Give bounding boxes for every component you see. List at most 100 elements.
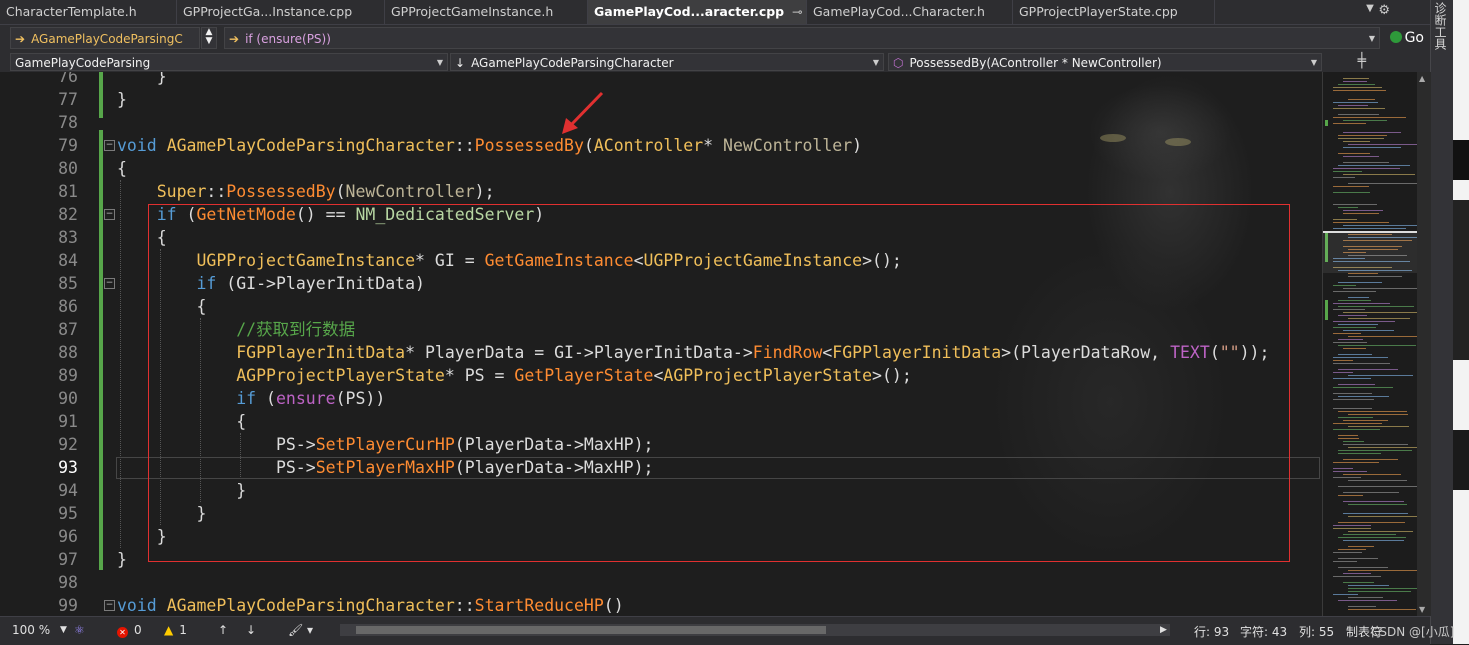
minimap-line — [1338, 438, 1359, 439]
minimap-viewport-thumb[interactable] — [1323, 231, 1423, 273]
chevron-down-icon: ▼ — [1368, 34, 1375, 43]
tab-gpprojectgameinstance-h[interactable]: GPProjectGameInstance.h — [385, 0, 588, 24]
minimap-line — [1348, 447, 1423, 448]
tab-overflow-dropdown-icon[interactable]: ▼ — [1362, 3, 1378, 19]
minimap-line — [1343, 210, 1383, 211]
arrow-right-icon: ➔ — [229, 32, 240, 46]
minimap-line — [1333, 552, 1362, 553]
code-line[interactable]: void AGamePlayCodeParsingCharacter::Poss… — [117, 134, 862, 157]
minimap-line — [1338, 411, 1407, 412]
code-cleanup-icon[interactable]: 🖌 ▾ — [288, 623, 313, 637]
class-combo-value: AGamePlayCodeParsingCharacter — [471, 56, 674, 70]
minimap-line — [1333, 228, 1406, 229]
scope-combo[interactable]: ➔ AGamePlayCodeParsingC — [10, 27, 200, 49]
editor-status-bar: 100 % ▼ ⚛ ✕ 0 ▲ 1 ↑ ↓ 🖌 ▾ ▶ 行: 93 字符: 43 列… — [0, 616, 1454, 645]
go-button[interactable]: Go — [1386, 27, 1428, 49]
cursor-char: 字符: 43 — [1240, 625, 1288, 639]
code-line[interactable]: } — [117, 548, 127, 571]
minimap-line — [1338, 138, 1384, 139]
minimap-line — [1338, 345, 1416, 346]
minimap-line — [1333, 594, 1358, 595]
warning-count[interactable]: ▲ 1 — [164, 623, 187, 637]
scroll-up-icon[interactable]: ▲ — [1419, 74, 1425, 83]
minimap-line — [1333, 291, 1376, 292]
watermark: CSDN @[小瓜] — [1371, 625, 1455, 639]
line-number: 84 — [58, 251, 78, 270]
document-tab-strip: CharacterTemplate.h GPProjectGa...Instan… — [0, 0, 1430, 25]
scope-up-down-icon[interactable]: ▲ ▼ — [201, 27, 217, 49]
line-number: 94 — [58, 481, 78, 500]
vertical-scrollbar[interactable]: ▲ ▼ — [1417, 72, 1431, 616]
previous-issue-icon[interactable]: ↑ — [218, 623, 228, 637]
project-combo[interactable]: GamePlayCodeParsing ▼ — [10, 53, 448, 71]
annotation-highlight-box — [148, 204, 1290, 562]
minimap-scrollbar[interactable]: ▲ ▼ — [1322, 72, 1431, 616]
minimap-line — [1338, 558, 1378, 559]
scroll-down-icon[interactable]: ▼ — [1419, 605, 1425, 614]
tab-gameplaycodeparsingcharacter-cpp[interactable]: GamePlayCod...aracter.cpp⊸✕ — [588, 0, 807, 24]
minimap-line — [1333, 303, 1390, 304]
minimap-line — [1348, 591, 1411, 592]
zoom-dropdown-icon[interactable]: ▼ — [60, 625, 67, 635]
tab-label: GamePlayCod...aracter.cpp — [594, 4, 785, 19]
minimap-line — [1338, 300, 1371, 301]
minimap-line — [1338, 315, 1367, 316]
code-line[interactable]: } — [117, 72, 167, 88]
tab-gpprojectgameinstance-cpp[interactable]: GPProjectGa...Instance.cpp — [177, 0, 385, 24]
minimap-line — [1338, 369, 1398, 370]
minimap-line — [1343, 81, 1367, 82]
minimap-line — [1333, 168, 1400, 169]
minimap-line — [1333, 186, 1369, 187]
split-editor-icon[interactable]: ╪ — [1358, 53, 1366, 69]
line-number: 83 — [58, 228, 78, 247]
line-number: 79 — [58, 136, 78, 155]
minimap-line — [1333, 372, 1353, 373]
code-line[interactable]: Super::PossessedBy(NewController); — [117, 180, 495, 203]
member-combo[interactable]: ⬡ PossessedBy(AController * NewController… — [888, 53, 1322, 71]
tab-label: GPProjectGa...Instance.cpp — [183, 4, 353, 19]
statement-combo[interactable]: ➔ if (ensure(PS)) ▼ — [224, 27, 1380, 49]
minimap-line — [1348, 414, 1408, 415]
next-issue-icon[interactable]: ↓ — [246, 623, 256, 637]
diagnostic-tools-panel-tab[interactable]: 诊断工具 — [1430, 0, 1469, 644]
tab-charactertemplate-h[interactable]: CharacterTemplate.h — [0, 0, 177, 24]
code-line[interactable]: void AGamePlayCodeParsingCharacter::Star… — [117, 594, 624, 616]
minimap-line — [1343, 474, 1401, 475]
minimap-line — [1348, 546, 1374, 547]
collapse-icon[interactable]: − — [104, 278, 115, 289]
code-editor[interactable]: − − − − 76 77 78 79 80 81 82 83 84 85 86… — [0, 72, 1322, 616]
code-line[interactable]: { — [117, 157, 127, 180]
method-icon: ⬡ — [893, 56, 904, 70]
class-combo[interactable]: ↓ AGamePlayCodeParsingCharacter ▼ — [450, 53, 884, 71]
line-number: 92 — [58, 435, 78, 454]
collapse-icon[interactable]: − — [104, 140, 115, 151]
scroll-right-icon[interactable]: ▶ — [1160, 625, 1167, 635]
tab-gpprojectplayerstate-cpp[interactable]: GPProjectPlayerState.cpp — [1013, 0, 1215, 24]
gear-icon[interactable]: ⚙ — [1378, 3, 1390, 18]
tab-gameplaycodeparsingcharacter-h[interactable]: GamePlayCod...Character.h — [807, 0, 1013, 24]
minimap-line — [1333, 525, 1371, 526]
pin-icon[interactable]: ⊸ — [792, 0, 802, 24]
horizontal-scroll-thumb[interactable] — [356, 626, 826, 634]
minimap-line — [1333, 393, 1372, 394]
minimap-line — [1338, 339, 1363, 340]
minimap-line — [1333, 108, 1385, 109]
error-count[interactable]: ✕ 0 — [117, 623, 142, 638]
minimap-line — [1343, 78, 1369, 79]
minimap-line — [1338, 549, 1366, 550]
minimap-line — [1333, 204, 1377, 205]
code-line[interactable]: } — [117, 88, 127, 111]
minimap-line — [1333, 309, 1365, 310]
collapse-icon[interactable]: − — [104, 600, 115, 611]
peek-block — [1453, 140, 1469, 180]
project-combo-value: GamePlayCodeParsing — [15, 56, 151, 70]
line-number: 95 — [58, 504, 78, 523]
zoom-level[interactable]: 100 % — [12, 623, 50, 637]
navigation-bar: ➔ AGamePlayCodeParsingC ▲ ▼ ➔ if (ensure(PS… — [0, 25, 1430, 53]
horizontal-scrollbar[interactable] — [340, 624, 1170, 636]
minimap-line — [1338, 84, 1375, 85]
minimap-line — [1348, 609, 1416, 610]
minimap-line — [1333, 327, 1376, 328]
collapse-icon[interactable]: − — [104, 209, 115, 220]
copilot-icon[interactable]: ⚛ — [74, 623, 85, 637]
